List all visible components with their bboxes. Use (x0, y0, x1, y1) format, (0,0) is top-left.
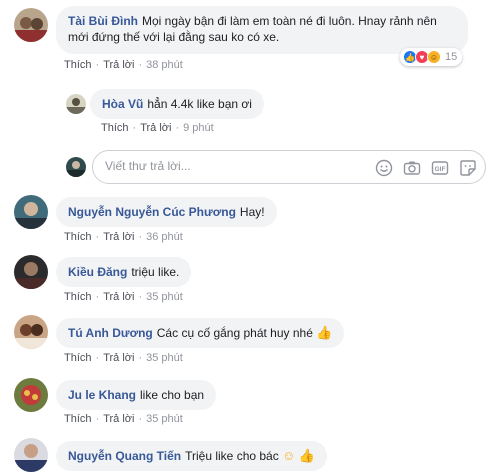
comment-author[interactable]: Nguyễn Nguyễn Cúc Phương (68, 205, 236, 219)
emoji-icon[interactable] (375, 159, 393, 177)
comment-actions: Thích · Trả lời · 35 phút (64, 413, 183, 425)
timestamp[interactable]: 38 phút (146, 59, 183, 71)
avatar[interactable] (14, 195, 48, 229)
comment-text: like cho bạn (140, 388, 205, 402)
reply-link[interactable]: Trả lời (103, 231, 134, 243)
reply-author[interactable]: Hòa Vũ (102, 97, 143, 111)
reactions-summary[interactable]: 👍 ♥ ☺ 15 (400, 48, 463, 66)
thumbs-up-icon: 👍 (316, 325, 333, 340)
haha-icon: ☺ (427, 50, 441, 64)
reply-bubble: Hòa Vũ hẳn 4.4k like bạn ơi (90, 89, 264, 119)
comment-actions: Thích · Trả lời · 36 phút (64, 231, 183, 243)
comment-bubble: Kiều Đăng triệu like. (56, 257, 192, 287)
comment-bubble: Nguyễn Quang Tiến Triệu like cho bác ☺ 👍 (56, 441, 327, 471)
like-link[interactable]: Thích (101, 122, 129, 134)
gif-icon[interactable]: GIF (431, 159, 449, 177)
reply-actions: Thích · Trả lời · 9 phút (101, 122, 214, 134)
timestamp[interactable]: 9 phút (183, 122, 214, 134)
comment-author[interactable]: Kiều Đăng (68, 265, 127, 279)
reply-composer[interactable]: GIF (92, 150, 486, 184)
reply-link[interactable]: Trả lời (103, 413, 134, 425)
svg-text:GIF: GIF (435, 166, 446, 173)
timestamp[interactable]: 35 phút (146, 352, 183, 364)
comment-actions: Thích · Trả lời · 35 phút (64, 352, 183, 364)
comment-bubble: Tài Bùi Đình Mọi ngày bận đi làm em toàn … (56, 6, 468, 54)
reply-link[interactable]: Trả lời (140, 122, 171, 134)
thumbs-up-icon: 👍 (298, 448, 315, 463)
reaction-count: 15 (445, 51, 458, 63)
comment-text: Hay! (239, 205, 265, 219)
avatar[interactable] (14, 438, 48, 472)
avatar[interactable] (14, 255, 48, 289)
reply-link[interactable]: Trả lời (103, 59, 134, 71)
comment-actions: Thích · Trả lời · 35 phút (64, 291, 183, 303)
like-link[interactable]: Thích (64, 291, 92, 303)
comment-text: triệu like. (131, 265, 180, 279)
comment-author[interactable]: Ju le Khang (68, 388, 136, 402)
like-link[interactable]: Thích (64, 352, 92, 364)
comment-author[interactable]: Tài Bùi Đình (68, 14, 138, 28)
comment-author[interactable]: Nguyễn Quang Tiến (68, 449, 181, 463)
reply-input[interactable] (105, 159, 345, 173)
smile-icon: ☺ (282, 448, 296, 463)
comment-author[interactable]: Tú Anh Dương (68, 326, 153, 340)
comment-text: Các cụ cố gắng phát huy nhé (156, 326, 313, 340)
timestamp[interactable]: 35 phút (146, 291, 183, 303)
reply-link[interactable]: Trả lời (103, 352, 134, 364)
avatar[interactable] (66, 94, 86, 114)
like-link[interactable]: Thích (64, 231, 92, 243)
reply-link[interactable]: Trả lời (103, 291, 134, 303)
camera-icon[interactable] (403, 159, 421, 177)
like-link[interactable]: Thích (64, 59, 92, 71)
timestamp[interactable]: 35 phút (146, 413, 183, 425)
comment-text: Triệu like cho bác (185, 449, 279, 463)
avatar[interactable] (14, 315, 48, 349)
comment-actions: Thích · Trả lời · 38 phút (64, 59, 183, 71)
timestamp[interactable]: 36 phút (146, 231, 183, 243)
like-link[interactable]: Thích (64, 413, 92, 425)
sticker-icon[interactable] (459, 159, 477, 177)
reply-text: hẳn 4.4k like bạn ơi (147, 97, 252, 111)
current-user-avatar (66, 157, 86, 177)
avatar[interactable] (14, 8, 48, 42)
comment-bubble: Ju le Khang like cho bạn (56, 380, 217, 410)
comment-bubble: Nguyễn Nguyễn Cúc Phương Hay! (56, 197, 277, 227)
comment-bubble: Tú Anh Dương Các cụ cố gắng phát huy nhé … (56, 318, 345, 348)
avatar[interactable] (14, 378, 48, 412)
